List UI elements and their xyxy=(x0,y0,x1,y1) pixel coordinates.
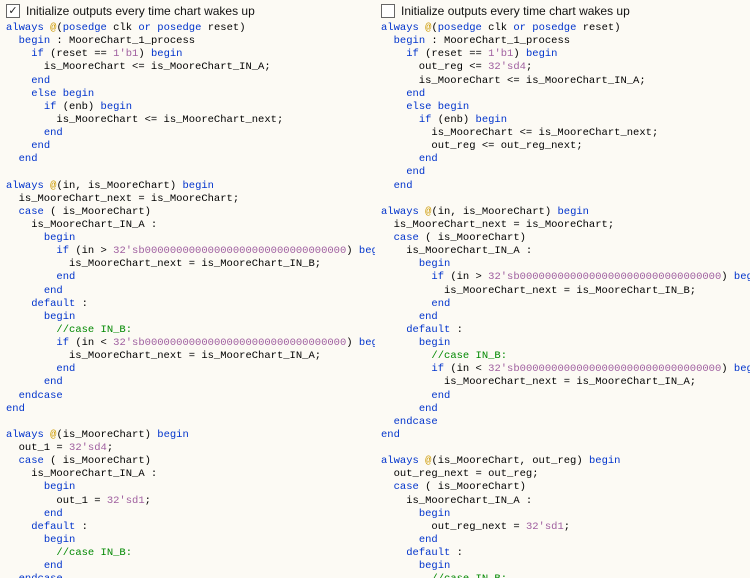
left-panel: ✓ Initialize outputs every time chart wa… xyxy=(0,0,375,578)
right-header: Initialize outputs every time chart wake… xyxy=(381,4,744,18)
left-init-outputs-label: Initialize outputs every time chart wake… xyxy=(26,4,255,18)
left-init-outputs-checkbox[interactable]: ✓ xyxy=(6,4,20,18)
right-init-outputs-checkbox[interactable] xyxy=(381,4,395,18)
check-icon: ✓ xyxy=(8,6,17,17)
right-init-outputs-label: Initialize outputs every time chart wake… xyxy=(401,4,630,18)
right-panel: Initialize outputs every time chart wake… xyxy=(375,0,750,578)
left-code-block: always @(posedge clk or posedge reset) b… xyxy=(6,22,369,578)
right-code-block: always @(posedge clk or posedge reset) b… xyxy=(381,22,744,578)
left-header: ✓ Initialize outputs every time chart wa… xyxy=(6,4,369,18)
page: ✓ Initialize outputs every time chart wa… xyxy=(0,0,750,578)
